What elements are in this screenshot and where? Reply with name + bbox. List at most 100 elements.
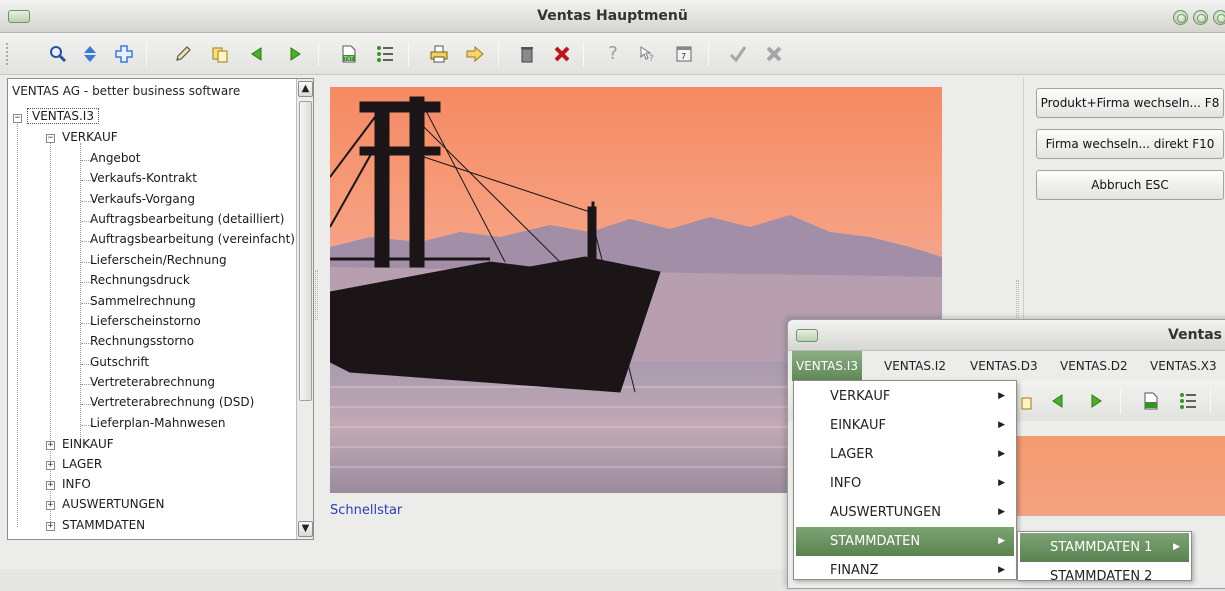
right-splitter-handle[interactable] [1016, 280, 1019, 320]
svg-text:TXT: TXT [343, 57, 354, 63]
cancel-icon[interactable] [762, 42, 786, 66]
tree-node-verkauf-label: VERKAUF [62, 130, 118, 144]
next-icon[interactable] [283, 42, 307, 66]
menu-ventas-x3[interactable]: VENTAS.X3 [1146, 351, 1221, 381]
tree-item[interactable]: Vertreterabrechnung [90, 375, 215, 395]
move-icon[interactable] [112, 42, 136, 66]
expand-icon[interactable]: + [46, 481, 55, 490]
window-menu-button[interactable] [796, 329, 818, 342]
tree-item[interactable]: Lieferscheinstorno [90, 314, 201, 334]
close-button[interactable] [1213, 10, 1225, 25]
trash-icon[interactable] [515, 42, 539, 66]
text-export-icon[interactable]: TXT [337, 42, 361, 66]
search-icon[interactable] [46, 42, 70, 66]
tree-item-label: Auftragsbearbeitung (detailliert) [90, 212, 285, 226]
menu-ventas-d3[interactable]: VENTAS.D3 [966, 351, 1042, 381]
submenu-item-stammdaten-2[interactable]: STAMMDATEN 2 [1020, 562, 1189, 591]
tree-node-stammdaten[interactable]: STAMMDATEN [62, 518, 145, 538]
calendar-icon[interactable]: 7 [672, 42, 696, 66]
forward-icon[interactable] [463, 42, 487, 66]
tree-node-root-label: VENTAS.I3 [27, 108, 99, 124]
tree-item-label: Vertreterabrechnung [90, 375, 216, 389]
menubar: VENTAS.I3 VENTAS.I2 VENTAS.D3 VENTAS.D2 … [788, 351, 1225, 381]
maximize-button[interactable] [1193, 10, 1208, 25]
tree-node-root[interactable]: VENTAS.I3 [27, 108, 99, 129]
edit-icon[interactable] [171, 42, 195, 66]
tree-item[interactable]: Sammelrechnung [90, 294, 196, 314]
abbruch-button[interactable]: Abbruch ESC [1036, 170, 1224, 200]
menu-item-finanz[interactable]: FINANZ ▶ [796, 556, 1014, 585]
tree-item[interactable]: Rechnungsdruck [90, 273, 190, 293]
menu-item-label: LAGER [830, 447, 874, 462]
copy-icon[interactable] [208, 42, 232, 66]
tree-item[interactable]: Angebot [90, 151, 140, 171]
schnellstart-link[interactable]: Schnellstar [330, 503, 402, 518]
delete-icon[interactable] [550, 42, 574, 66]
toolbar-grip[interactable] [6, 43, 11, 65]
scrollbar-thumb[interactable] [299, 101, 312, 401]
svg-text:7: 7 [681, 52, 686, 61]
expand-icon[interactable]: + [46, 441, 55, 450]
scroll-down-icon[interactable]: ▼ [298, 521, 313, 537]
collapse-icon[interactable]: − [46, 134, 55, 143]
submenu-arrow-icon: ▶ [1173, 542, 1180, 552]
scroll-up-icon[interactable]: ▲ [298, 81, 313, 97]
tree-item[interactable]: Lieferschein/Rechnung [90, 253, 227, 273]
collapse-icon[interactable]: − [13, 114, 22, 123]
menu-item-einkauf[interactable]: EINKAUF ▶ [796, 411, 1014, 440]
submenu-arrow-icon: ▶ [998, 478, 1005, 488]
menu-ventas-i2[interactable]: VENTAS.I2 [880, 351, 950, 381]
tree-item[interactable]: Verkaufs-Kontrakt [90, 171, 197, 191]
previous-icon[interactable] [245, 42, 269, 66]
previous-icon[interactable] [1046, 389, 1070, 413]
list-icon[interactable] [1176, 389, 1200, 413]
menu-item-info[interactable]: INFO ▶ [796, 469, 1014, 498]
tree-item-label: Gutschrift [90, 355, 150, 369]
tree-item[interactable]: Lieferplan-Mahnwesen [90, 416, 226, 436]
up-down-icon[interactable] [78, 42, 102, 66]
menu-item-verkauf[interactable]: VERKAUF ▶ [796, 382, 1014, 411]
submenu-item-label: STAMMDATEN 1 [1050, 540, 1153, 555]
checkmark-icon[interactable] [726, 42, 750, 66]
menu-item-lager[interactable]: LAGER ▶ [796, 440, 1014, 469]
tree-item[interactable]: Rechnungsstorno [90, 334, 194, 354]
toolbar-separator [146, 42, 147, 66]
print-icon[interactable] [427, 42, 451, 66]
help-icon[interactable]: ? [601, 42, 625, 66]
tree-item[interactable]: Gutschrift [90, 355, 149, 375]
context-help-icon[interactable]: ? [636, 42, 660, 66]
tree-item-label: Lieferplan-Mahnwesen [90, 416, 226, 430]
submenu-item-stammdaten-1[interactable]: STAMMDATEN 1 ▶ [1020, 533, 1189, 562]
second-window-image [1016, 436, 1225, 516]
text-export-icon[interactable] [1139, 389, 1163, 413]
menu-ventas-d2[interactable]: VENTAS.D2 [1056, 351, 1132, 381]
left-splitter-handle[interactable] [315, 270, 318, 320]
tree-item-label: Auftragsbearbeitung (vereinfacht) [90, 232, 295, 246]
title-bar: Ventas Hauptmenü [0, 0, 1225, 33]
tree-item[interactable]: Verkaufs-Vorgang [90, 192, 195, 212]
expand-icon[interactable]: + [46, 522, 55, 531]
tree-node-info[interactable]: INFO [62, 477, 91, 497]
tree-item[interactable]: Auftragsbearbeitung (detailliert) [90, 212, 284, 232]
navigation-tree[interactable]: VENTAS AG - better business software − V… [7, 78, 314, 540]
tree-guide-line [17, 119, 18, 527]
menu-item-auswertungen[interactable]: AUSWERTUNGEN ▶ [796, 498, 1014, 527]
expand-icon[interactable]: + [46, 461, 55, 470]
expand-icon[interactable]: + [46, 501, 55, 510]
tree-scrollbar[interactable]: ▲ ▼ [296, 79, 313, 539]
tree-node-verkauf[interactable]: VERKAUF [62, 130, 118, 150]
tree-item[interactable]: Vertreterabrechnung (DSD) [90, 395, 254, 415]
tree-item-label: Vertreterabrechnung (DSD) [90, 395, 255, 409]
firma-wechseln-button[interactable]: Firma wechseln... direkt F10 [1036, 129, 1224, 159]
menu-ventas-i3[interactable]: VENTAS.I3 [792, 351, 862, 381]
menu-item-stammdaten[interactable]: STAMMDATEN ▶ [796, 527, 1014, 556]
tree-item[interactable]: Auftragsbearbeitung (vereinfacht) [90, 232, 295, 252]
minimize-button[interactable] [1173, 10, 1188, 25]
produkt-firma-wechseln-button[interactable]: Produkt+Firma wechseln... F8 [1036, 88, 1224, 118]
tree-node-auswertungen[interactable]: AUSWERTUNGEN [62, 497, 164, 517]
list-icon[interactable] [373, 42, 397, 66]
tree-node-einkauf[interactable]: EINKAUF [62, 437, 114, 457]
next-icon[interactable] [1084, 389, 1108, 413]
tree-item-label: Lieferscheinstorno [90, 314, 201, 328]
tree-node-lager[interactable]: LAGER [62, 457, 102, 477]
